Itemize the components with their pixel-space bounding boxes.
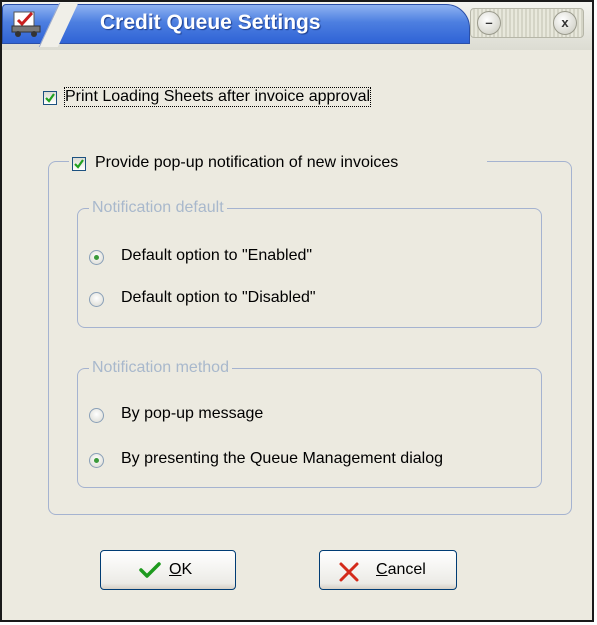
minimize-button[interactable]: – [477,11,501,35]
default-enabled-radio[interactable] [89,250,104,265]
cancel-button[interactable]: Cancel [319,550,457,590]
default-disabled-label[interactable]: Default option to "Disabled" [121,289,316,307]
popup-notification-legend: Provide pop-up notification of new invoi… [69,154,487,176]
default-disabled-radio[interactable] [89,292,104,307]
popup-message-radio[interactable] [89,408,104,423]
green-checkmark-icon [139,562,161,578]
print-loading-label[interactable]: Print Loading Sheets after invoice appro… [63,87,372,107]
notification-default-group [77,208,542,328]
red-x-icon [339,562,359,582]
notification-default-legend: Notification default [89,199,227,217]
credit-queue-app-icon [11,11,41,37]
default-enabled-label[interactable]: Default option to "Enabled" [121,247,312,265]
close-button[interactable]: x [553,11,577,35]
popup-notification-checkbox[interactable] [72,157,86,171]
window-title: Credit Queue Settings [100,11,321,34]
ok-label: OK [169,561,193,578]
print-loading-checkbox[interactable] [43,91,57,105]
dialog-content: Print Loading Sheets after invoice appro… [2,50,592,620]
popup-message-label[interactable]: By pop-up message [121,405,263,423]
notification-method-group [77,368,542,488]
checkmark-icon [74,159,84,169]
popup-notification-label[interactable]: Provide pop-up notification of new invoi… [95,154,398,172]
credit-queue-settings-dialog: Credit Queue Settings – x Print Loading … [0,0,594,622]
notification-method-legend: Notification method [89,359,232,377]
title-bar[interactable]: Credit Queue Settings – x [2,2,592,50]
queue-management-radio[interactable] [89,453,104,468]
queue-management-label[interactable]: By presenting the Queue Management dialo… [121,450,443,468]
title-bar-controls: – x [470,8,584,38]
ok-button[interactable]: OK [100,550,236,590]
cancel-label: Cancel [376,561,426,578]
checkmark-icon [45,93,55,103]
